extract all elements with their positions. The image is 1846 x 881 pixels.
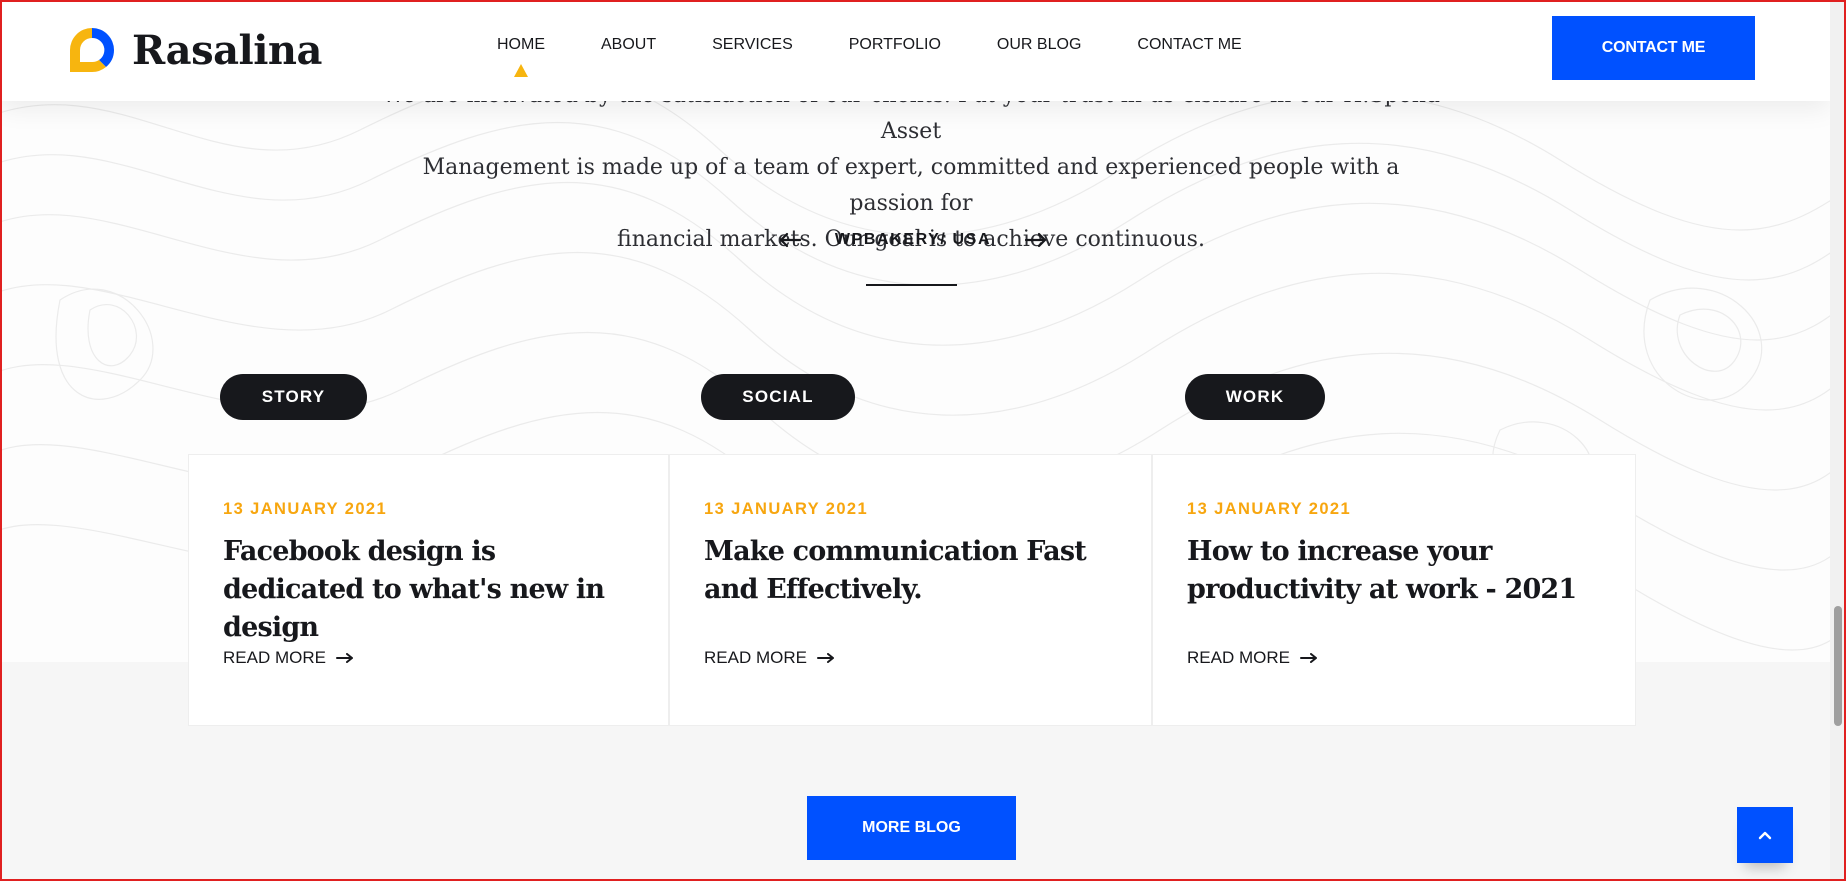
brand-logo[interactable]: Rasalina: [66, 24, 322, 76]
active-indicator-icon: [514, 64, 528, 77]
post-date: 13 JANUARY 2021: [1187, 500, 1352, 518]
tag-social[interactable]: SOCIAL: [701, 374, 855, 420]
post-date: 13 JANUARY 2021: [223, 500, 388, 518]
long-arrow-right-icon: [1299, 653, 1317, 663]
nav-home[interactable]: HOME: [497, 36, 545, 77]
page-scrollbar[interactable]: [1830, 0, 1846, 881]
main-nav: HOME ABOUT SERVICES PORTFOLIO OUR BLOG C…: [497, 36, 1298, 77]
tag-story[interactable]: STORY: [220, 374, 367, 420]
more-blog-button[interactable]: MORE BLOG: [807, 796, 1016, 860]
section-divider: [866, 284, 957, 286]
post-date: 13 JANUARY 2021: [704, 500, 869, 518]
post-title[interactable]: How to increase your productivity at wor…: [1187, 533, 1607, 609]
nav-home-label: HOME: [497, 36, 545, 53]
read-more-link[interactable]: READ MORE: [1187, 648, 1318, 668]
long-arrow-right-icon: [816, 653, 834, 663]
nav-our-blog[interactable]: OUR BLOG: [997, 36, 1081, 54]
arrow-right-icon: [1025, 232, 1047, 248]
scrollbar-thumb[interactable]: [1834, 606, 1842, 726]
read-more-label: READ MORE: [704, 648, 807, 667]
previous-testimonial-button[interactable]: [778, 230, 802, 250]
nav-services[interactable]: SERVICES: [712, 36, 793, 54]
blog-card: 13 JANUARY 2021 Make communication Fast …: [669, 454, 1152, 726]
post-title[interactable]: Facebook design is dedicated to what's n…: [223, 533, 643, 647]
blog-card: 13 JANUARY 2021 How to increase your pro…: [1152, 454, 1636, 726]
back-to-top-button[interactable]: [1737, 807, 1793, 863]
arrow-left-icon: [779, 232, 801, 248]
chevron-up-icon: [1758, 831, 1772, 840]
nav-about[interactable]: ABOUT: [601, 36, 656, 54]
nav-portfolio[interactable]: PORTFOLIO: [849, 36, 941, 54]
contact-me-button[interactable]: CONTACT ME: [1552, 16, 1755, 80]
testimonial-navigation: WPBAKERY/ USA: [778, 225, 1048, 255]
brand-name: Rasalina: [132, 26, 322, 74]
nav-contact-me[interactable]: CONTACT ME: [1137, 36, 1241, 54]
post-title[interactable]: Make communication Fast and Effectively.: [704, 533, 1124, 609]
long-arrow-right-icon: [335, 653, 353, 663]
rasalina-logo-icon: [70, 28, 115, 73]
tag-work[interactable]: WORK: [1185, 374, 1325, 420]
blog-card: 13 JANUARY 2021 Facebook design is dedic…: [188, 454, 669, 726]
next-testimonial-button[interactable]: [1024, 230, 1048, 250]
testimonial-author: WPBAKERY/ USA: [834, 231, 992, 248]
site-header: Rasalina HOME ABOUT SERVICES PORTFOLIO O…: [0, 0, 1830, 101]
read-more-label: READ MORE: [1187, 648, 1290, 667]
read-more-link[interactable]: READ MORE: [223, 648, 354, 668]
read-more-label: READ MORE: [223, 648, 326, 667]
read-more-link[interactable]: READ MORE: [704, 648, 835, 668]
testimonial-line-2: Management is made up of a team of exper…: [422, 155, 1400, 216]
